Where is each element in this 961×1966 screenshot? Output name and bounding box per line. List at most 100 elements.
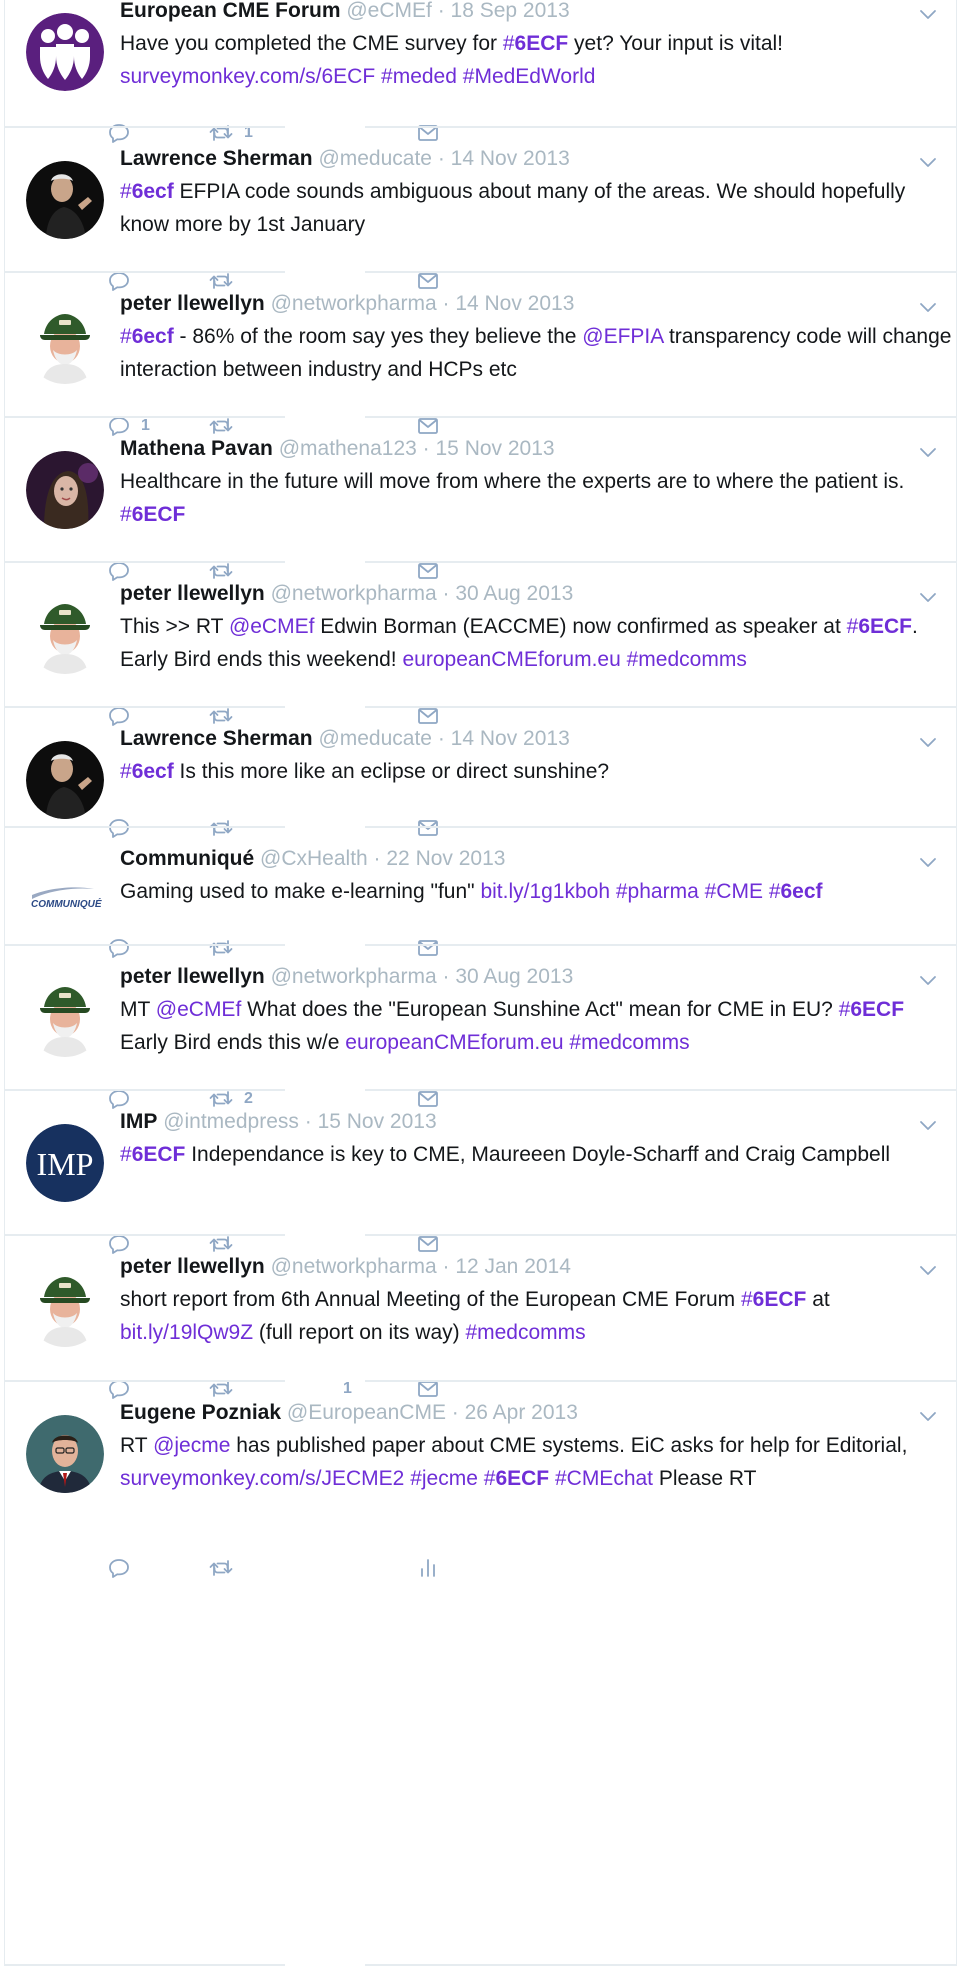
hashtag-symbol[interactable]: # bbox=[484, 1467, 496, 1490]
author-handle[interactable]: @eCMEf bbox=[346, 0, 432, 22]
avatar[interactable]: COMMUNIQUÉ bbox=[26, 861, 104, 939]
hashtag-highlighted[interactable]: 6ECF bbox=[858, 615, 912, 638]
hashtag-highlighted[interactable]: 6ecf bbox=[132, 180, 174, 203]
author-name[interactable]: Eugene Pozniak bbox=[120, 1401, 281, 1424]
avatar[interactable]: IMP bbox=[26, 1124, 104, 1202]
hashtag-symbol[interactable]: # bbox=[120, 503, 132, 526]
tweet-timestamp[interactable]: 14 Nov 2013 bbox=[451, 147, 570, 170]
chevron-down-icon[interactable] bbox=[916, 150, 940, 174]
url-link[interactable]: europeanCMEforum.eu bbox=[402, 648, 620, 671]
reply-button[interactable] bbox=[107, 1553, 131, 1583]
author-handle[interactable]: @networkpharma bbox=[271, 965, 437, 988]
tweet-timestamp[interactable]: 15 Nov 2013 bbox=[318, 1110, 437, 1133]
author-handle[interactable]: @networkpharma bbox=[271, 292, 437, 315]
hashtag-symbol[interactable]: # bbox=[839, 998, 851, 1021]
chevron-down-icon[interactable] bbox=[916, 2, 940, 26]
author-handle[interactable]: @networkpharma bbox=[271, 1255, 437, 1278]
chevron-down-icon[interactable] bbox=[916, 295, 940, 319]
hashtag-highlighted[interactable]: 6ECF bbox=[850, 998, 904, 1021]
avatar[interactable] bbox=[26, 1415, 104, 1493]
chevron-down-icon[interactable] bbox=[916, 850, 940, 874]
author-name[interactable]: Lawrence Sherman bbox=[120, 147, 313, 170]
hashtag-link[interactable]: #CME bbox=[705, 880, 763, 903]
tweet[interactable]: peter llewellyn @networkpharma · 14 Nov … bbox=[5, 273, 956, 436]
tweet-timestamp[interactable]: 30 Aug 2013 bbox=[455, 582, 573, 605]
hashtag-link[interactable]: #medcomms bbox=[569, 1031, 689, 1054]
avatar[interactable] bbox=[26, 979, 104, 1057]
avatar[interactable] bbox=[26, 1269, 104, 1347]
mention-link[interactable]: @eCMEf bbox=[156, 998, 242, 1021]
url-link[interactable]: bit.ly/1g1kboh bbox=[480, 880, 610, 903]
hashtag-symbol[interactable]: # bbox=[120, 325, 132, 348]
hashtag-symbol[interactable]: # bbox=[769, 880, 781, 903]
avatar[interactable] bbox=[26, 741, 104, 819]
author-name[interactable]: European CME Forum bbox=[120, 0, 341, 22]
tweet-timestamp[interactable]: 12 Jan 2014 bbox=[455, 1255, 571, 1278]
tweet-timestamp[interactable]: 14 Nov 2013 bbox=[451, 727, 570, 750]
mention-link[interactable]: @jecme bbox=[153, 1434, 230, 1457]
hashtag-symbol[interactable]: # bbox=[503, 32, 515, 55]
tweet-timestamp[interactable]: 22 Nov 2013 bbox=[386, 847, 505, 870]
chevron-down-icon[interactable] bbox=[916, 730, 940, 754]
author-name[interactable]: Mathena Pavan bbox=[120, 437, 273, 460]
hashtag-link[interactable]: #CMEchat bbox=[555, 1467, 653, 1490]
author-name[interactable]: peter llewellyn bbox=[120, 582, 265, 605]
hashtag-highlighted[interactable]: 6ECF bbox=[132, 1143, 186, 1166]
chevron-down-icon[interactable] bbox=[916, 1113, 940, 1137]
tweet-timestamp[interactable]: 14 Nov 2013 bbox=[455, 292, 574, 315]
avatar[interactable] bbox=[26, 451, 104, 529]
tweet[interactable]: Mathena Pavan @mathena123 · 15 Nov 2013 H… bbox=[5, 418, 956, 581]
chevron-down-icon[interactable] bbox=[916, 1404, 940, 1428]
author-name[interactable]: peter llewellyn bbox=[120, 1255, 265, 1278]
chevron-down-icon[interactable] bbox=[916, 968, 940, 992]
avatar[interactable] bbox=[26, 161, 104, 239]
mention-link[interactable]: @eCMEf bbox=[229, 615, 315, 638]
chevron-down-icon[interactable] bbox=[916, 585, 940, 609]
author-handle[interactable]: @EuropeanCME bbox=[287, 1401, 446, 1424]
tweet[interactable]: Eugene Pozniak @EuropeanCME · 26 Apr 201… bbox=[5, 1382, 956, 1966]
tweet-timestamp[interactable]: 26 Apr 2013 bbox=[465, 1401, 578, 1424]
tweet[interactable]: COMMUNIQUÉ Communiqué @CxHealth · 22 Nov … bbox=[5, 828, 956, 958]
url-link[interactable]: surveymonkey.com/s/JECME2 bbox=[120, 1467, 404, 1490]
hashtag-highlighted[interactable]: 6ecf bbox=[132, 760, 174, 783]
hashtag-symbol[interactable]: # bbox=[120, 180, 132, 203]
tweet-timestamp[interactable]: 18 Sep 2013 bbox=[451, 0, 570, 22]
chevron-down-icon[interactable] bbox=[916, 1258, 940, 1282]
avatar[interactable] bbox=[26, 596, 104, 674]
author-handle[interactable]: @intmedpress bbox=[163, 1110, 299, 1133]
hashtag-highlighted[interactable]: 6ECF bbox=[132, 503, 186, 526]
tweet[interactable]: European CME Forum @eCMEf · 18 Sep 2013 H… bbox=[5, 0, 956, 143]
tweet[interactable]: IMP IMP @intmedpress · 15 Nov 2013 #6ECF I… bbox=[5, 1091, 956, 1254]
author-name[interactable]: peter llewellyn bbox=[120, 292, 265, 315]
analytics-button[interactable] bbox=[416, 1553, 440, 1583]
author-handle[interactable]: @meducate bbox=[318, 727, 432, 750]
author-handle[interactable]: @mathena123 bbox=[279, 437, 417, 460]
hashtag-highlighted[interactable]: 6ecf bbox=[132, 325, 174, 348]
tweet[interactable]: Lawrence Sherman @meducate · 14 Nov 2013… bbox=[5, 708, 956, 838]
hashtag-link[interactable]: #jecme bbox=[410, 1467, 478, 1490]
tweet[interactable]: peter llewellyn @networkpharma · 30 Aug … bbox=[5, 563, 956, 726]
hashtag-link[interactable]: #medcomms bbox=[465, 1321, 585, 1344]
author-name[interactable]: Lawrence Sherman bbox=[120, 727, 313, 750]
chevron-down-icon[interactable] bbox=[916, 440, 940, 464]
hashtag-highlighted[interactable]: 6ecf bbox=[781, 880, 823, 903]
hashtag-link[interactable]: #pharma bbox=[616, 880, 699, 903]
tweet[interactable]: peter llewellyn @networkpharma · 12 Jan … bbox=[5, 1236, 956, 1399]
author-name[interactable]: peter llewellyn bbox=[120, 965, 265, 988]
hashtag-highlighted[interactable]: 6ECF bbox=[753, 1288, 807, 1311]
hashtag-symbol[interactable]: # bbox=[847, 615, 859, 638]
author-name[interactable]: IMP bbox=[120, 1110, 157, 1133]
tweet[interactable]: peter llewellyn @networkpharma · 30 Aug … bbox=[5, 946, 956, 1109]
url-link[interactable]: bit.ly/19lQw9Z bbox=[120, 1321, 253, 1344]
tweet-timestamp[interactable]: 30 Aug 2013 bbox=[455, 965, 573, 988]
tweet[interactable]: Lawrence Sherman @meducate · 14 Nov 2013… bbox=[5, 128, 956, 291]
hashtag-symbol[interactable]: # bbox=[120, 1143, 132, 1166]
author-handle[interactable]: @meducate bbox=[318, 147, 432, 170]
author-name[interactable]: Communiqué bbox=[120, 847, 254, 870]
avatar[interactable] bbox=[26, 13, 104, 91]
hashtag-highlighted[interactable]: 6ECF bbox=[515, 32, 569, 55]
tweet-timestamp[interactable]: 15 Nov 2013 bbox=[436, 437, 555, 460]
hashtag-link[interactable]: #MedEdWorld bbox=[463, 65, 596, 88]
url-link[interactable]: europeanCMEforum.eu bbox=[345, 1031, 563, 1054]
hashtag-link[interactable]: #meded bbox=[381, 65, 457, 88]
